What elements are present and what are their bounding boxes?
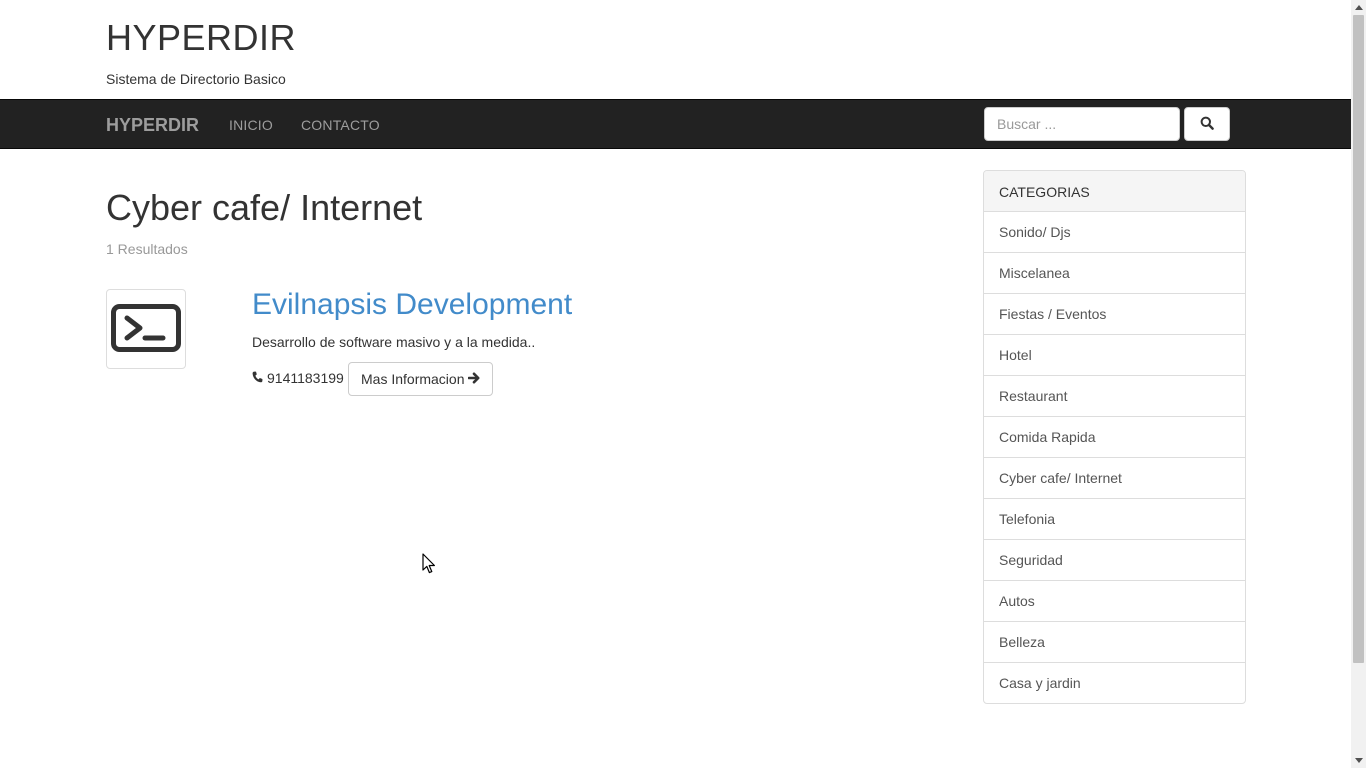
category-item-miscelanea[interactable]: Miscelanea xyxy=(984,253,1245,294)
category-item-sonido-djs[interactable]: Sonido/ Djs xyxy=(984,212,1245,253)
search-icon xyxy=(1200,116,1214,133)
more-info-label: Mas Informacion xyxy=(361,371,465,387)
category-item-fiestas-eventos[interactable]: Fiestas / Eventos xyxy=(984,294,1245,335)
search-input[interactable] xyxy=(984,107,1180,141)
nav-link-contacto[interactable]: CONTACTO xyxy=(301,117,380,133)
navbar: HYPERDIR INICIO CONTACTO xyxy=(0,99,1351,149)
navbar-brand[interactable]: HYPERDIR xyxy=(106,115,199,136)
site-title: HYPERDIR xyxy=(106,17,297,58)
category-item-hotel[interactable]: Hotel xyxy=(984,335,1245,376)
arrow-right-icon xyxy=(468,371,480,387)
vertical-scrollbar[interactable] xyxy=(1351,0,1366,768)
phone-number: 9141183199 xyxy=(267,370,344,386)
category-item-telefonia[interactable]: Telefonia xyxy=(984,499,1245,540)
scroll-up-arrow-icon[interactable] xyxy=(1351,0,1366,15)
terminal-icon xyxy=(111,303,181,355)
categories-list: Sonido/ Djs Miscelanea Fiestas / Eventos… xyxy=(984,212,1245,703)
categories-panel: CATEGORIAS Sonido/ Djs Miscelanea Fiesta… xyxy=(983,170,1246,704)
nav-link-inicio[interactable]: INICIO xyxy=(229,117,273,133)
search-button[interactable] xyxy=(1184,107,1230,141)
scroll-down-arrow-icon[interactable] xyxy=(1351,753,1366,768)
listing-description: Desarrollo de software masivo y a la med… xyxy=(252,334,536,350)
mouse-cursor-icon xyxy=(422,553,436,577)
listing-title-link[interactable]: Evilnapsis Development xyxy=(252,288,572,321)
phone-icon xyxy=(252,370,263,386)
more-info-button[interactable]: Mas Informacion xyxy=(348,362,494,396)
category-item-comida-rapida[interactable]: Comida Rapida xyxy=(984,417,1245,458)
page: HYPERDIR Sistema de Directorio Basico HY… xyxy=(0,0,1351,768)
categories-heading: CATEGORIAS xyxy=(984,171,1245,212)
category-item-autos[interactable]: Autos xyxy=(984,581,1245,622)
scrollbar-thumb[interactable] xyxy=(1353,15,1364,663)
site-subtitle: Sistema de Directorio Basico xyxy=(106,71,286,87)
category-title: Cyber cafe/ Internet xyxy=(106,187,423,228)
category-item-seguridad[interactable]: Seguridad xyxy=(984,540,1245,581)
category-item-belleza[interactable]: Belleza xyxy=(984,622,1245,663)
category-item-cyber-cafe-internet[interactable]: Cyber cafe/ Internet xyxy=(984,458,1245,499)
listing-thumbnail[interactable] xyxy=(106,289,186,369)
category-item-casa-y-jardin[interactable]: Casa y jardin xyxy=(984,663,1245,703)
results-count: 1 Resultados xyxy=(106,241,188,257)
category-item-restaurant[interactable]: Restaurant xyxy=(984,376,1245,417)
listing-phone: 9141183199 xyxy=(252,370,344,386)
